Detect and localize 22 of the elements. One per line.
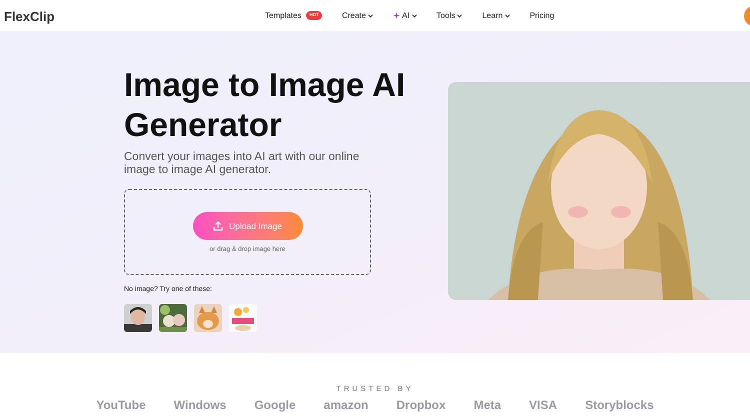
brand-logo: YouTube [96,398,146,412]
chevron-icon [504,14,510,18]
sparkle-icon [392,12,400,19]
upload-icon [213,221,224,231]
chevron-icon [368,14,373,18]
description: Convert your images into AI art with our online image to image AI generator. [124,151,360,177]
nav-link[interactable]: Create [342,10,373,22]
brand-logo: Dropbox [396,398,446,412]
brand-logo: Google [254,398,296,412]
page-title: Image to Image AI Generator [124,65,406,145]
brand-logo: Storyblocks [585,398,654,412]
nav-link[interactable]: Tools [436,10,462,22]
nav-link[interactable]: AI [392,10,417,22]
nav-link[interactable]: Learn [482,10,510,22]
nav-link[interactable]: Pricing [530,10,554,22]
brand-logo: VISA [529,398,558,412]
chevron-icon [412,14,417,18]
brand-logo: amazon [324,398,368,412]
chevron-icon [457,14,462,18]
brand-logo: Windows [174,398,226,412]
logo[interactable]: FlexClip [4,7,55,26]
brand-logo: Meta [474,398,502,412]
